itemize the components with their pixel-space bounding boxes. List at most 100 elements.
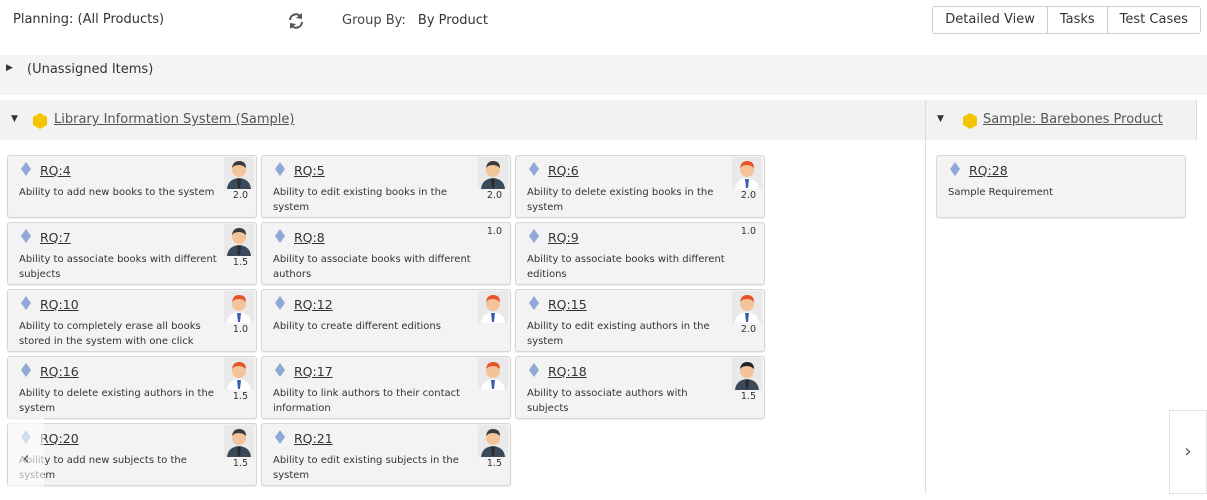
requirement-description: Ability to associate books with differen… <box>527 254 725 280</box>
requirement-card[interactable]: RQ:18 Ability to associate authors with … <box>515 356 765 419</box>
requirement-card[interactable]: RQ:21 Ability to edit existing subjects … <box>261 423 511 486</box>
product-link-library[interactable]: Library Information System (Sample) <box>54 112 294 127</box>
estimate-value: 1.0 <box>740 226 756 237</box>
requirement-description: Ability to associate authors with subjec… <box>527 388 688 414</box>
requirement-card[interactable]: RQ:4 Ability to add new books to the sys… <box>7 155 257 218</box>
requirement-description: Sample Requirement <box>948 187 1053 198</box>
requirement-description: Ability to edit existing authors in the … <box>527 321 710 347</box>
estimate-value: 2.0 <box>486 190 502 201</box>
requirement-description: Ability to add new subjects to the syste… <box>19 455 187 481</box>
requirement-card[interactable]: RQ:10 Ability to completely erase all bo… <box>7 289 257 352</box>
requirement-card[interactable]: RQ:12 Ability to create different editio… <box>261 289 511 352</box>
diamond-icon <box>275 229 285 243</box>
group-by-label: Group By: <box>342 13 406 28</box>
group-by-selector[interactable]: Group By: By Product <box>342 13 488 28</box>
diamond-icon <box>275 363 285 377</box>
requirement-card[interactable]: RQ:8 Ability to associate books with dif… <box>261 222 511 285</box>
requirement-key-link[interactable]: RQ:20 <box>40 431 79 446</box>
hexagon-icon <box>963 113 977 129</box>
diamond-icon <box>275 162 285 176</box>
requirement-card[interactable]: RQ:5 Ability to edit existing books in t… <box>261 155 511 218</box>
requirement-card[interactable]: RQ:15 Ability to edit existing authors i… <box>515 289 765 352</box>
estimate-value: 2.0 <box>232 190 248 201</box>
expand-triangle-icon[interactable]: ▶ <box>6 63 13 73</box>
requirement-description: Ability to completely erase all books st… <box>19 321 201 347</box>
requirement-card[interactable]: RQ:9 Ability to associate books with dif… <box>515 222 765 285</box>
requirement-key-link[interactable]: RQ:12 <box>294 297 333 312</box>
planning-toolbar: Planning: (All Products) Group By: By Pr… <box>0 0 1207 42</box>
diamond-icon <box>21 162 31 176</box>
unassigned-items-row[interactable]: ▶ (Unassigned Items) <box>0 55 1207 95</box>
collapse-triangle-icon[interactable]: ▼ <box>11 114 18 124</box>
estimate-value: 1.5 <box>232 257 248 268</box>
diamond-icon <box>529 162 539 176</box>
owner-avatar <box>478 291 508 323</box>
requirement-description: Ability to add new books to the system <box>19 187 215 198</box>
owner-avatar <box>224 425 254 457</box>
requirement-description: Ability to delete existing authors in th… <box>19 388 214 414</box>
estimate-value: 1.5 <box>486 458 502 469</box>
estimate-value: 1.5 <box>232 458 248 469</box>
diamond-icon <box>950 162 960 176</box>
test-cases-button[interactable]: Test Cases <box>1106 7 1200 33</box>
diamond-icon <box>21 296 31 310</box>
estimate-value: 2.0 <box>740 190 756 201</box>
requirement-key-link[interactable]: RQ:6 <box>548 163 579 178</box>
requirement-key-link[interactable]: RQ:9 <box>548 230 579 245</box>
requirement-key-link[interactable]: RQ:8 <box>294 230 325 245</box>
owner-avatar <box>732 157 762 189</box>
owner-avatar <box>224 291 254 323</box>
detailed-view-button[interactable]: Detailed View <box>933 7 1047 33</box>
scroll-prev-button[interactable]: ‹ <box>8 418 44 500</box>
requirement-description: Ability to create different editions <box>273 321 441 332</box>
requirement-description: Ability to associate books with differen… <box>19 254 217 280</box>
column-divider <box>925 140 926 493</box>
requirement-key-link[interactable]: RQ:4 <box>40 163 71 178</box>
unassigned-items-label: (Unassigned Items) <box>27 62 154 77</box>
requirement-card[interactable]: RQ:28 Sample Requirement <box>936 155 1186 218</box>
owner-avatar <box>732 291 762 323</box>
requirement-description: Ability to delete existing books in the … <box>527 187 714 213</box>
estimate-value: 1.0 <box>486 226 502 237</box>
view-button-group: Detailed View Tasks Test Cases <box>932 6 1201 34</box>
requirement-description: Ability to edit existing books in the sy… <box>273 187 448 213</box>
diamond-icon <box>275 296 285 310</box>
diamond-icon <box>529 363 539 377</box>
requirement-card[interactable]: RQ:16 Ability to delete existing authors… <box>7 356 257 419</box>
requirement-key-link[interactable]: RQ:28 <box>969 163 1008 178</box>
requirement-key-link[interactable]: RQ:7 <box>40 230 71 245</box>
diamond-icon <box>529 229 539 243</box>
owner-avatar <box>224 224 254 256</box>
estimate-value: 1.5 <box>232 391 248 402</box>
product-header-barebones: ▼ Sample: Barebones Product <box>926 100 1197 140</box>
scroll-next-button[interactable]: › <box>1169 410 1207 494</box>
requirement-key-link[interactable]: RQ:17 <box>294 364 333 379</box>
product-link-barebones[interactable]: Sample: Barebones Product <box>983 112 1163 127</box>
diamond-icon <box>21 229 31 243</box>
requirement-card[interactable]: RQ:20 Ability to add new subjects to the… <box>7 423 257 486</box>
owner-avatar <box>478 358 508 390</box>
group-by-value: By Product <box>417 13 489 28</box>
requirement-card[interactable]: RQ:6 Ability to delete existing books in… <box>515 155 765 218</box>
requirement-card[interactable]: RQ:7 Ability to associate books with dif… <box>7 222 257 285</box>
requirement-key-link[interactable]: RQ:10 <box>40 297 79 312</box>
diamond-icon <box>21 363 31 377</box>
tasks-button[interactable]: Tasks <box>1046 7 1107 33</box>
requirement-card[interactable]: RQ:17 Ability to link authors to their c… <box>261 356 511 419</box>
requirement-key-link[interactable]: RQ:5 <box>294 163 325 178</box>
requirement-description: Ability to edit existing subjects in the… <box>273 455 459 481</box>
requirement-key-link[interactable]: RQ:21 <box>294 431 333 446</box>
chevron-right-icon: › <box>1184 441 1192 462</box>
chevron-left-icon: ‹ <box>22 448 30 469</box>
requirement-key-link[interactable]: RQ:18 <box>548 364 587 379</box>
requirement-key-link[interactable]: RQ:15 <box>548 297 587 312</box>
planning-selector[interactable]: Planning: (All Products) <box>13 12 164 27</box>
collapse-triangle-icon[interactable]: ▼ <box>937 114 944 124</box>
refresh-icon[interactable] <box>286 11 306 31</box>
requirement-key-link[interactable]: RQ:16 <box>40 364 79 379</box>
hexagon-icon <box>33 113 47 129</box>
owner-avatar <box>732 358 762 390</box>
owner-avatar <box>478 425 508 457</box>
estimate-value: 1.0 <box>232 324 248 335</box>
diamond-icon <box>529 296 539 310</box>
